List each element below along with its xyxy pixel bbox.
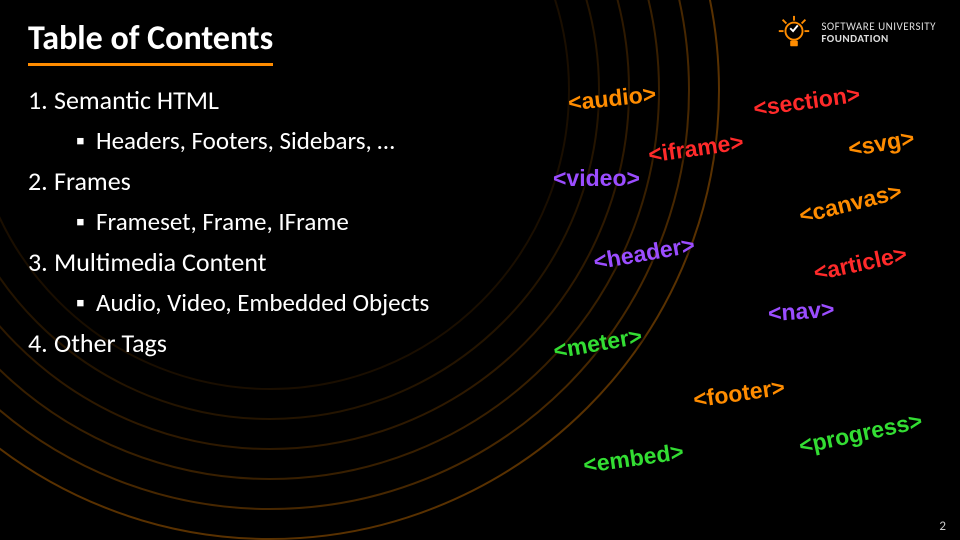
tag-svg: <svg>: [846, 124, 916, 162]
toc-number: 3.: [28, 242, 54, 282]
tag-embed: <embed>: [582, 438, 686, 479]
tag-cloud: <audio> <section> <iframe> <svg> <video>…: [538, 80, 932, 365]
toc-sub-1: ▪Headers, Footers, Sidebars, …: [28, 122, 528, 161]
toc-sub-label: Audio, Video, Embedded Objects: [96, 287, 429, 318]
logo-line2: FOUNDATION: [821, 33, 936, 45]
logo-text: SOFTWARE UNIVERSITY FOUNDATION: [821, 21, 936, 44]
bullet-icon: ▪: [76, 122, 96, 161]
toc-label: Multimedia Content: [54, 246, 267, 278]
toc-sub-label: Headers, Footers, Sidebars, …: [96, 125, 395, 156]
page-title: Table of Contents: [28, 18, 273, 66]
toc-sub-2: ▪Frameset, Frame, IFrame: [28, 203, 528, 242]
toc-item-2: 2.Frames: [28, 161, 528, 201]
toc-item-4: 4.Other Tags: [28, 323, 528, 363]
tag-progress: <progress>: [797, 407, 925, 459]
toc-number: 2.: [28, 161, 54, 201]
logo: SOFTWARE UNIVERSITY FOUNDATION: [775, 14, 936, 52]
tag-iframe: <iframe>: [647, 128, 746, 168]
toc-label: Frames: [54, 165, 131, 197]
tag-header: <header>: [591, 231, 696, 275]
tag-audio: <audio>: [567, 80, 658, 116]
tag-nav: <nav>: [767, 296, 835, 328]
toc-item-3: 3.Multimedia Content: [28, 242, 528, 282]
bullet-icon: ▪: [76, 203, 96, 242]
page-number: 2: [939, 519, 946, 534]
toc-label: Semantic HTML: [54, 84, 219, 116]
tag-video: <video>: [553, 165, 640, 192]
toc-sub-3: ▪Audio, Video, Embedded Objects: [28, 284, 528, 323]
tag-article: <article>: [811, 240, 909, 286]
tag-canvas: <canvas>: [796, 178, 904, 230]
slide: SOFTWARE UNIVERSITY FOUNDATION Table of …: [0, 0, 960, 540]
bullet-icon: ▪: [76, 284, 96, 323]
toc-label: Other Tags: [54, 327, 167, 359]
lightbulb-icon: [775, 14, 813, 52]
toc-number: 4.: [28, 323, 54, 363]
tag-section: <section>: [752, 81, 862, 123]
toc-item-1: 1.Semantic HTML: [28, 80, 528, 120]
toc-list: 1.Semantic HTML ▪Headers, Footers, Sideb…: [28, 80, 528, 365]
toc-number: 1.: [28, 80, 54, 120]
toc-sub-label: Frameset, Frame, IFrame: [96, 206, 349, 237]
tag-meter: <meter>: [551, 322, 644, 364]
tag-footer: <footer>: [692, 374, 787, 414]
